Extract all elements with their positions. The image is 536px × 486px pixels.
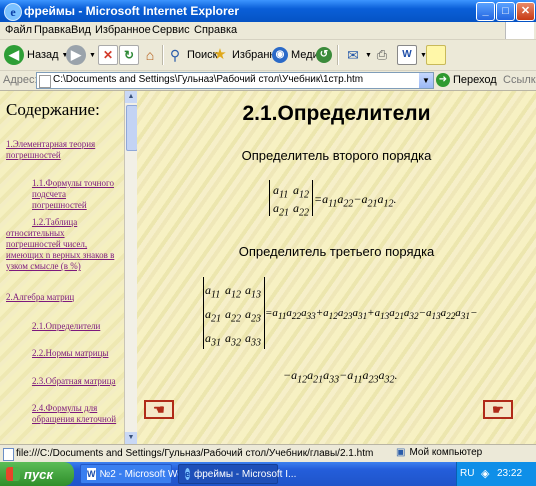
start-button[interactable]: пуск: [0, 462, 74, 486]
toc-link[interactable]: 1.Элементарная теория погрешностей: [6, 139, 116, 161]
chevron-down-icon[interactable]: ▼: [419, 73, 433, 88]
ie-logo-icon: e: [4, 3, 22, 21]
toc-link[interactable]: 2.1.Определители: [32, 321, 118, 332]
page-title: 2.1.Определители: [242, 102, 431, 125]
stop-icon: ✕: [98, 45, 118, 65]
nav-forward-button[interactable]: ☛: [483, 400, 513, 419]
refresh-icon: ↻: [119, 45, 139, 65]
star-icon: ★: [213, 46, 227, 63]
word-icon: W: [397, 45, 417, 65]
mail-button[interactable]: ✉ ▼: [344, 44, 372, 66]
mail-icon: ✉: [347, 47, 359, 63]
content-area: Содержание: 1.Элементарная теория погреш…: [0, 91, 536, 444]
toc-link[interactable]: 2.3.Обратная матрица: [32, 376, 118, 387]
home-button[interactable]: ⌂: [141, 44, 159, 66]
back-arrow-icon: ◀: [4, 45, 24, 65]
stop-button[interactable]: ✕: [98, 44, 118, 66]
forward-arrow-icon: ▶: [66, 45, 86, 65]
separator: [337, 45, 339, 65]
home-icon: ⌂: [145, 47, 155, 63]
computer-icon: ▣: [396, 447, 406, 458]
menu-bar: Файл Правка Вид Избранное Сервис Справка: [0, 22, 536, 40]
address-label: Адрес:: [3, 74, 38, 86]
separator: [162, 45, 164, 65]
taskbar: пуск W №2 - Microsoft Word e фреймы - Mi…: [0, 462, 536, 486]
menu-view[interactable]: Вид: [71, 24, 91, 36]
ie-logo-icon: e: [185, 468, 191, 480]
page-icon: [3, 448, 14, 461]
toc-link[interactable]: 2.Алгебра матриц: [6, 292, 116, 303]
nav-back-button[interactable]: ☚: [144, 400, 174, 419]
windows-logo-icon: [505, 22, 534, 39]
windows-flag-icon: [6, 467, 20, 481]
window-title: фреймы - Microsoft Internet Explorer: [24, 4, 240, 18]
toc-link[interactable]: 1.1.Формулы точного подсчета погрешносте…: [32, 178, 118, 211]
title-bar: e фреймы - Microsoft Internet Explorer _…: [0, 0, 536, 22]
scroll-up-icon[interactable]: ▲: [125, 91, 137, 103]
minimize-button[interactable]: _: [476, 2, 495, 21]
status-url: file:///C:/Documents and Settings/Гульна…: [16, 448, 374, 459]
toc-heading: Содержание:: [6, 100, 100, 119]
go-button[interactable]: ➜ Переход: [436, 73, 497, 87]
menu-help[interactable]: Справка: [194, 24, 237, 36]
edit-button[interactable]: W ▼: [397, 44, 427, 66]
toc-link[interactable]: 1.2.Таблица относительных погрешностей ч…: [6, 217, 118, 272]
links-button[interactable]: Ссылки: [503, 74, 536, 86]
menu-edit[interactable]: Правка: [34, 24, 71, 36]
subtitle-second-order: Определитель второго порядка: [241, 148, 432, 163]
address-value: C:\Documents and Settings\Гульназ\Рабочи…: [53, 74, 364, 85]
main-frame: 2.1.Определители Определитель второго по…: [137, 91, 536, 444]
history-button[interactable]: ↺: [316, 44, 332, 66]
subtitle-third-order: Определитель третьего порядка: [238, 244, 435, 259]
search-button[interactable]: ⚲ Поиск: [166, 44, 218, 66]
chevron-down-icon: ▼: [365, 51, 372, 59]
toc-scrollbar[interactable]: ▲ ▼: [124, 91, 138, 444]
clock[interactable]: 23:22: [497, 468, 522, 479]
toc-link[interactable]: 2.2.Нормы матрицы: [32, 348, 118, 359]
menu-file[interactable]: Файл: [5, 24, 32, 36]
menu-favorites[interactable]: Избранное: [95, 24, 151, 36]
refresh-button[interactable]: ↻: [119, 44, 139, 66]
print-button[interactable]: ⎙: [373, 44, 391, 66]
address-bar: Адрес: C:\Documents and Settings\Гульназ…: [0, 71, 536, 91]
discuss-button[interactable]: [426, 44, 446, 66]
maximize-button[interactable]: □: [496, 2, 515, 21]
menu-tools[interactable]: Сервис: [152, 24, 190, 36]
printer-icon: ⎙: [376, 47, 388, 62]
toc-link[interactable]: 2.4.Формулы для обращения клеточной: [32, 403, 118, 425]
status-bar: file:///C:/Documents and Settings/Гульна…: [0, 444, 536, 463]
back-button[interactable]: ◀ Назад ▼: [4, 44, 68, 66]
history-icon: ↺: [316, 47, 332, 63]
taskbar-item-word[interactable]: W №2 - Microsoft Word: [80, 464, 192, 484]
search-icon: ⚲: [169, 47, 181, 63]
toc-frame: Содержание: 1.Элементарная теория погреш…: [0, 91, 124, 444]
chevron-down-icon: ▼: [89, 51, 96, 59]
system-tray: RU ◈ 23:22: [456, 462, 536, 486]
address-input[interactable]: C:\Documents and Settings\Гульназ\Рабочи…: [36, 72, 434, 89]
zone-indicator: ▣ Мой компьютер: [396, 447, 483, 458]
network-icon[interactable]: ◈: [481, 467, 489, 480]
forward-button[interactable]: ▶ ▼: [66, 44, 96, 66]
taskbar-item-ie[interactable]: e фреймы - Microsoft I...: [178, 464, 296, 484]
scroll-down-icon[interactable]: ▼: [125, 432, 137, 444]
language-indicator[interactable]: RU: [460, 468, 474, 479]
word-icon: W: [87, 468, 96, 480]
close-button[interactable]: ✕: [516, 2, 535, 21]
toolbar: ◀ Назад ▼ ▶ ▼ ✕ ↻ ⌂ ⚲ Поиск ★ Избранное …: [0, 40, 536, 71]
media-icon: ◉: [272, 47, 288, 63]
page-icon: [39, 75, 51, 88]
go-arrow-icon: ➜: [436, 73, 450, 87]
note-icon: [426, 45, 446, 65]
